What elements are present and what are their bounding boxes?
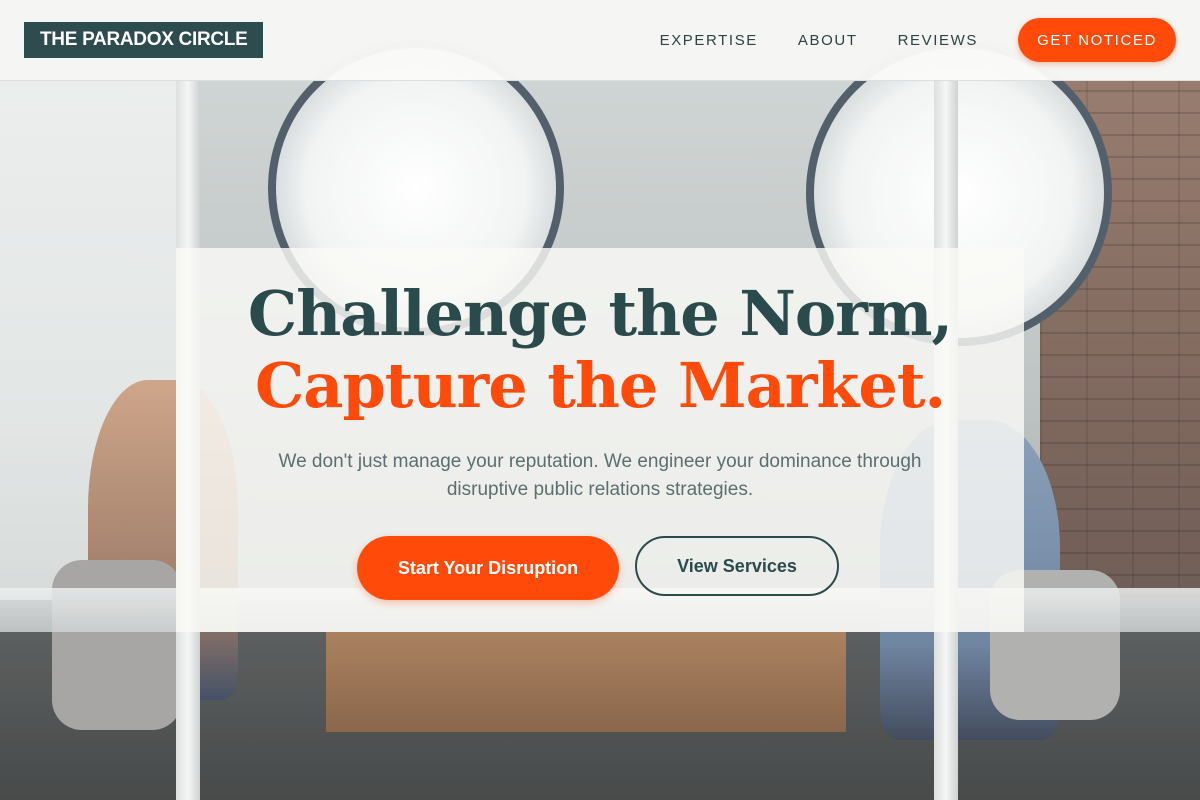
start-disruption-button[interactable]: Start Your Disruption xyxy=(357,536,619,600)
site-logo[interactable]: THE PARADOX CIRCLE xyxy=(24,22,264,58)
hero-headline-line2: Capture the Market. xyxy=(254,349,946,422)
hero-card: Challenge the Norm, Capture the Market. … xyxy=(176,248,1024,632)
nav-link-expertise[interactable]: EXPERTISE xyxy=(660,32,758,49)
page: THE PARADOX CIRCLE EXPERTISE ABOUT REVIE… xyxy=(0,0,1200,800)
hero-headline: Challenge the Norm, Capture the Market. xyxy=(176,278,1024,422)
nav-link-about[interactable]: ABOUT xyxy=(798,32,858,49)
hero-subtext: We don't just manage your reputation. We… xyxy=(278,451,922,500)
main-nav: EXPERTISE ABOUT REVIEWS xyxy=(660,0,978,80)
nav-link-reviews[interactable]: REVIEWS xyxy=(898,32,978,49)
site-header: THE PARADOX CIRCLE EXPERTISE ABOUT REVIE… xyxy=(0,0,1200,81)
view-services-button[interactable]: View Services xyxy=(635,536,839,596)
get-noticed-button[interactable]: GET NOTICED xyxy=(1018,18,1176,62)
hero-headline-line1: Challenge the Norm, xyxy=(247,277,953,350)
